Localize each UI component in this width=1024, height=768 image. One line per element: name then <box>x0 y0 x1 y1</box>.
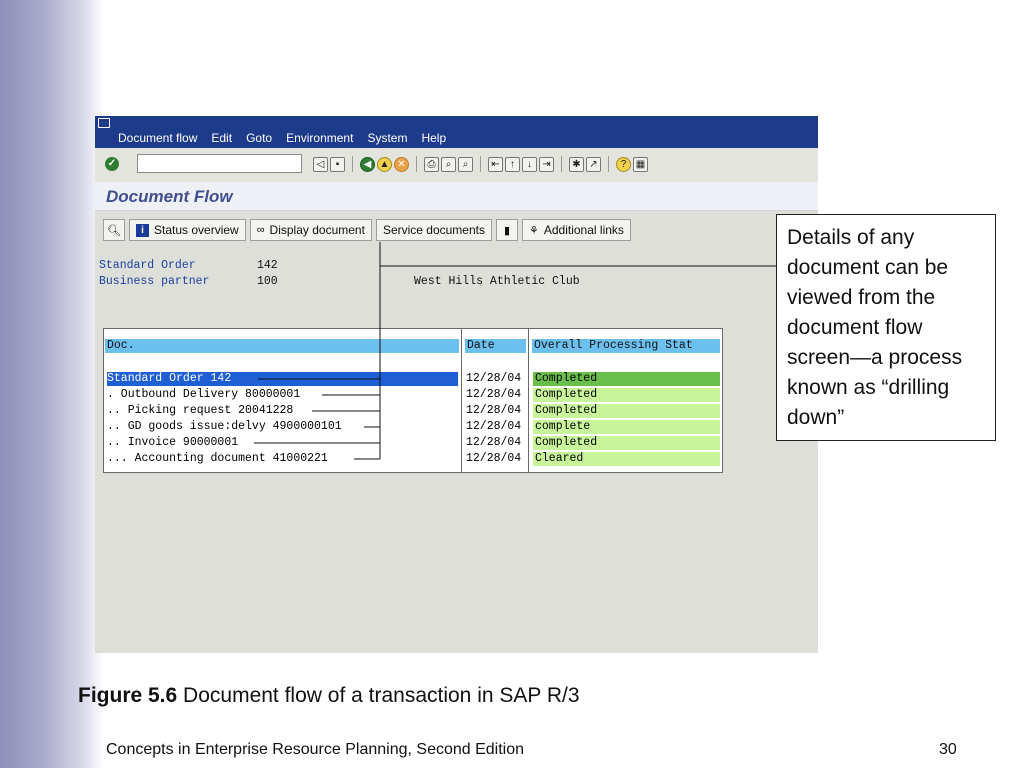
table-row[interactable]: Standard Order 142 12/28/04 Completed <box>106 372 720 386</box>
table-row[interactable]: .. GD goods issue:delvy 4900000101 12/28… <box>106 420 720 434</box>
toolbar-separator <box>608 156 609 172</box>
date-cell: 12/28/04 <box>466 404 522 417</box>
detail-view-button[interactable]: 🔍︎ <box>103 219 125 241</box>
enter-check-icon[interactable]: ✓ <box>105 157 119 171</box>
window-menu-icon[interactable] <box>98 118 110 128</box>
new-session-icon[interactable]: ✱ <box>569 156 584 172</box>
info-icon: i <box>136 223 149 237</box>
shortcut-icon[interactable]: ↗ <box>586 156 601 172</box>
page-number: 30 <box>939 741 957 758</box>
additional-links-button[interactable]: ⚘ Additional links <box>521 219 631 241</box>
date-cell: 12/28/04 <box>466 436 522 449</box>
figure-caption: Figure 5.6 Document flow of a transactio… <box>78 684 580 708</box>
cancel-icon[interactable]: ✕ <box>394 156 409 172</box>
last-page-icon[interactable]: ⇥ <box>539 156 554 172</box>
menu-goto[interactable]: Goto <box>246 131 272 145</box>
exit-icon[interactable]: ▲ <box>377 156 392 172</box>
document-flow-grid: Doc. Date Overall Processing Stat Standa… <box>103 328 723 473</box>
find-next-icon[interactable]: ⌕ <box>458 156 473 172</box>
green-back-icon[interactable]: ◀ <box>360 156 375 172</box>
doc-cell: .. Invoice 90000001 <box>107 436 239 449</box>
service-documents-label: Service documents <box>382 223 485 237</box>
standard-order-label: Standard Order <box>99 259 196 272</box>
chart-button[interactable]: ▮ <box>495 219 518 241</box>
bar-chart-icon: ▮ <box>503 224 511 237</box>
toolbar-separator <box>416 156 417 172</box>
sap-window: Document flow Edit Goto Environment Syst… <box>95 116 818 653</box>
menu-help[interactable]: Help <box>421 131 446 145</box>
table-row[interactable]: ... Accounting document 41000221 12/28/0… <box>106 452 720 466</box>
figure-caption-text: Document flow of a transaction in SAP R/… <box>183 684 580 707</box>
display-document-button[interactable]: ∞ Display document <box>249 219 372 241</box>
doc-cell: Standard Order 142 <box>107 372 458 386</box>
layout-icon[interactable]: ▦ <box>633 156 648 172</box>
menu-bar: Document flow Edit Goto Environment Syst… <box>95 116 818 148</box>
date-cell: 12/28/04 <box>466 372 522 385</box>
previous-page-icon[interactable]: ↑ <box>505 156 520 172</box>
standard-order-value: 142 <box>257 259 278 272</box>
business-partner-value: 100 <box>257 275 278 288</box>
doc-cell: ... Accounting document 41000221 <box>107 452 328 465</box>
column-header-date[interactable]: Date <box>465 339 526 353</box>
glasses-icon: ∞ <box>256 224 265 236</box>
figure-label: Figure 5.6 <box>78 684 178 707</box>
find-icon[interactable]: ⌕ <box>441 156 456 172</box>
command-field[interactable] <box>137 154 302 173</box>
business-partner-name: West Hills Athletic Club <box>414 275 580 288</box>
slide-side-bar <box>0 0 104 768</box>
menu-system[interactable]: System <box>367 131 407 145</box>
standard-toolbar: ✓ ◁ ▪ ◀ ▲ ✕ ⎙ ⌕ ⌕ ⇤ ↑ ↓ ⇥ ✱ ↗ ? ▦ <box>95 148 818 183</box>
doc-cell: .. GD goods issue:delvy 4900000101 <box>107 420 342 433</box>
links-icon: ⚘ <box>528 224 539 237</box>
callout-box: Details of any document can be viewed fr… <box>776 214 996 441</box>
toolbar-separator <box>480 156 481 172</box>
application-toolbar: 🔍︎ i Status overview ∞ Display document … <box>103 219 631 241</box>
date-cell: 12/28/04 <box>466 420 522 433</box>
toolbar-separator <box>561 156 562 172</box>
display-document-label: Display document <box>269 223 365 237</box>
service-documents-button[interactable]: Service documents <box>375 219 492 241</box>
save-icon[interactable]: ▪ <box>330 156 345 172</box>
table-row[interactable]: .. Invoice 90000001 12/28/04 Completed <box>106 436 720 450</box>
back-icon[interactable]: ◁ <box>313 156 328 172</box>
menu-environment[interactable]: Environment <box>286 131 353 145</box>
date-cell: 12/28/04 <box>466 452 522 465</box>
toolbar-separator <box>352 156 353 172</box>
column-header-status[interactable]: Overall Processing Stat <box>532 339 720 353</box>
status-cell: Completed <box>533 388 720 402</box>
table-row[interactable]: . Outbound Delivery 80000001 12/28/04 Co… <box>106 388 720 402</box>
column-header-doc[interactable]: Doc. <box>105 339 459 353</box>
title-bar: Document Flow <box>95 182 818 211</box>
footer-book-title: Concepts in Enterprise Resource Planning… <box>106 741 525 758</box>
print-icon[interactable]: ⎙ <box>424 156 439 172</box>
date-cell: 12/28/04 <box>466 388 522 401</box>
status-overview-button[interactable]: i Status overview <box>129 219 246 241</box>
additional-links-label: Additional links <box>543 223 624 237</box>
doc-cell: . Outbound Delivery 80000001 <box>107 388 301 401</box>
page-title: Document Flow <box>106 187 233 206</box>
menu-edit[interactable]: Edit <box>211 131 232 145</box>
status-cell: Completed <box>533 404 720 418</box>
status-overview-label: Status overview <box>154 223 239 237</box>
help-icon[interactable]: ? <box>616 156 631 172</box>
business-partner-label: Business partner <box>99 275 210 288</box>
status-cell: complete <box>533 420 720 434</box>
first-page-icon[interactable]: ⇤ <box>488 156 503 172</box>
status-cell: Completed <box>533 372 720 386</box>
doc-cell: .. Picking request 20041228 <box>107 404 294 417</box>
menu-document-flow[interactable]: Document flow <box>118 131 197 145</box>
next-page-icon[interactable]: ↓ <box>522 156 537 172</box>
table-row[interactable]: .. Picking request 20041228 12/28/04 Com… <box>106 404 720 418</box>
magnifier-icon: 🔍︎ <box>107 224 121 237</box>
status-cell: Completed <box>533 436 720 450</box>
status-cell: Cleared <box>533 452 720 466</box>
